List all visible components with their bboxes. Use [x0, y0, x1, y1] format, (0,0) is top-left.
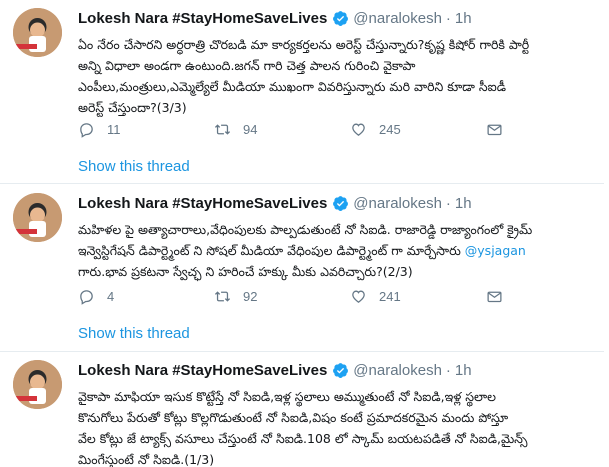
retweet-button[interactable]: 94 — [214, 121, 350, 138]
author-handle[interactable]: @naralokesh — [353, 362, 442, 379]
envelope-icon — [487, 291, 502, 302]
author-name[interactable]: Lokesh Nara #StayHomeSaveLives — [78, 10, 327, 27]
tweet-time[interactable]: 1h — [455, 362, 472, 379]
tweet-line: మింగేస్తుంటే నో సిఐడి.(1/3) — [78, 452, 215, 467]
avatar[interactable] — [13, 360, 62, 409]
reply-button[interactable]: 11 — [78, 121, 214, 138]
retweet-icon — [214, 123, 231, 135]
tweet-3-of-3[interactable]: Lokesh Nara #StayHomeSaveLives @naraloke… — [0, 0, 604, 182]
tweet-header: Lokesh Nara #StayHomeSaveLives @naraloke… — [78, 195, 472, 212]
tweet-line: వైకాపా మాఫియా ఇసుక కొట్టేస్తే నో సిఐడి,ఇ… — [78, 389, 496, 404]
tweet-line: ఎంపీలు,మంత్రులు,ఎమ్మెల్యేలే మీడియా ముఖంగ… — [78, 79, 507, 94]
tweet-2-of-3[interactable]: Lokesh Nara #StayHomeSaveLives @naraloke… — [0, 185, 604, 351]
retweet-icon — [214, 290, 231, 302]
author-name[interactable]: Lokesh Nara #StayHomeSaveLives — [78, 195, 327, 212]
tweet-line: ఇన్వెస్టిగేషన్ డిపార్ట్మెంట్ ని సోషల్ మీ… — [78, 240, 598, 261]
tweet-line: గారు.భావ ప్రకటనా స్వేచ్ఛ ని హరించే హక్కు… — [78, 264, 413, 279]
tweet-actions: 4 92 241 — [78, 286, 538, 306]
tweet-header: Lokesh Nara #StayHomeSaveLives @naraloke… — [78, 362, 472, 379]
reply-icon — [80, 289, 93, 305]
heart-icon — [352, 290, 365, 303]
tweet-text: వైకాపా మాఫియా ఇసుక కొట్టేస్తే నో సిఐడి,ఇ… — [78, 386, 598, 467]
share-button[interactable] — [486, 121, 515, 138]
separator-dot: · — [445, 10, 451, 27]
reply-icon — [80, 122, 93, 138]
tweet-text: మహిళల పై అత్యాచారాలు,వేధింపులకు పాల్పడుత… — [78, 219, 598, 282]
tweet-line-text: ఇన్వెస్టిగేషన్ డిపార్ట్మెంట్ ని సోషల్ మీ… — [78, 243, 465, 258]
author-handle[interactable]: @naralokesh — [353, 10, 442, 27]
separator-dot: · — [445, 362, 451, 379]
like-count: 245 — [379, 121, 401, 137]
reply-count: 4 — [107, 288, 115, 304]
mention-link[interactable]: @ysjagan — [465, 243, 526, 258]
like-button[interactable]: 245 — [350, 121, 486, 138]
tweet-text: ఏం నేరం చేసారని అర్ధరాత్రి చొరబడి మా కార… — [78, 34, 598, 118]
show-thread-link[interactable]: Show this thread — [78, 158, 190, 175]
retweet-button[interactable]: 92 — [214, 288, 350, 305]
share-button[interactable] — [486, 288, 515, 305]
author-name[interactable]: Lokesh Nara #StayHomeSaveLives — [78, 362, 327, 379]
like-count: 241 — [379, 288, 401, 304]
like-button[interactable]: 241 — [350, 288, 486, 305]
tweet-time[interactable]: 1h — [455, 10, 472, 27]
tweet-time[interactable]: 1h — [455, 195, 472, 212]
divider — [0, 183, 604, 184]
reply-button[interactable]: 4 — [78, 288, 214, 305]
tweet-header: Lokesh Nara #StayHomeSaveLives @naraloke… — [78, 10, 472, 27]
show-thread-link[interactable]: Show this thread — [78, 325, 190, 342]
verified-badge-icon — [332, 195, 349, 212]
tweet-line: మహిళల పై అత్యాచారాలు,వేధింపులకు పాల్పడుత… — [78, 222, 533, 237]
tweet-line: అన్ని విధాలా అండగా ఉంటుంది.జగన్ గారి చెత… — [78, 58, 416, 73]
reply-count: 11 — [107, 121, 121, 137]
retweet-count: 92 — [243, 288, 258, 304]
tweet-line: అరెస్ట్ చేస్తుందా?(3/3) — [78, 100, 187, 115]
verified-badge-icon — [332, 10, 349, 27]
envelope-icon — [487, 124, 502, 135]
heart-icon — [352, 123, 365, 136]
tweet-line: కొనుగోలు పేరుతో కోట్లు కొల్లగొడుతుంటే నో… — [78, 410, 509, 425]
retweet-count: 94 — [243, 121, 258, 137]
separator-dot: · — [445, 195, 451, 212]
avatar[interactable] — [13, 8, 62, 57]
tweet-actions: 11 94 245 — [78, 119, 538, 139]
avatar[interactable] — [13, 193, 62, 242]
author-handle[interactable]: @naralokesh — [353, 195, 442, 212]
tweet-1-of-3[interactable]: Lokesh Nara #StayHomeSaveLives @naraloke… — [0, 352, 604, 467]
tweet-line: వేల కోట్లు జే ట్యాక్స్ వసూలు చేస్తుంటే న… — [78, 431, 528, 446]
verified-badge-icon — [332, 362, 349, 379]
tweet-line: ఏం నేరం చేసారని అర్ధరాత్రి చొరబడి మా కార… — [78, 37, 530, 52]
